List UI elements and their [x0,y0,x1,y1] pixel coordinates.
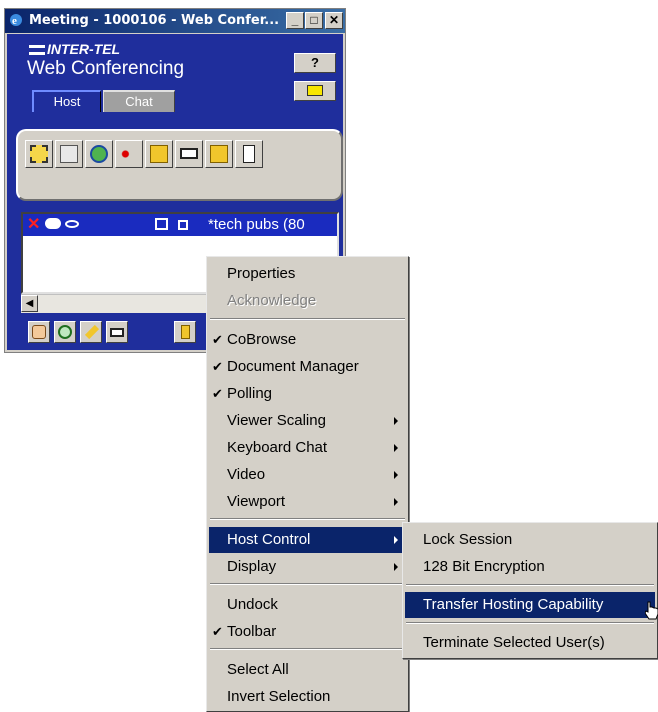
close-button[interactable]: ✕ [325,12,343,29]
submenu-arrow-icon [394,444,398,452]
whiteboard-button[interactable] [25,140,53,168]
mail-button[interactable] [294,81,336,101]
menu-item-document-manager[interactable]: ✔ Document Manager [209,354,406,380]
submenu-arrow-icon [394,471,398,479]
menu-item-lock-session[interactable]: Lock Session [405,527,655,553]
poll-icon [243,145,255,163]
camera-button[interactable] [175,140,203,168]
table-row[interactable]: ✕ *tech pubs (80 [23,214,337,236]
checkmark-icon: ✔ [212,386,223,401]
video-icon [110,328,124,337]
eye-icon [65,220,79,228]
copy-icon [178,220,188,230]
door-icon [181,325,190,339]
submenu-arrow-icon [394,536,398,544]
menu-item-cobrowse[interactable]: ✔ CoBrowse [209,327,406,353]
checkmark-icon: ✔ [212,624,223,639]
menu-item-acknowledge: Acknowledge [227,292,317,309]
minimize-button[interactable]: _ [286,12,304,29]
app-subtitle: Web Conferencing [27,58,185,79]
tv-icon [155,218,168,230]
view-button[interactable] [54,321,76,343]
scroll-left-button[interactable]: ◀ [21,295,38,312]
camera-icon [180,148,198,159]
window-title: Meeting - 1000106 - Web Confer... [29,13,280,28]
menu-item-viewport[interactable]: Viewport [209,489,406,515]
maximize-button[interactable]: □ [305,12,323,29]
menu-separator [406,584,654,586]
host-toolbar [16,129,343,201]
menu-separator [210,583,405,585]
eye-icon [58,325,72,339]
menu-separator [210,518,405,520]
submenu-arrow-icon [394,563,398,571]
pencil-icon [84,324,100,340]
video-button[interactable] [106,321,128,343]
brand-logo: INTER-TEL [29,41,120,57]
menu-separator [406,622,654,624]
menu-item-invert-selection[interactable]: Invert Selection [209,684,406,710]
menu-item-keyboard-chat[interactable]: Keyboard Chat [209,435,406,461]
folder-icon [210,145,228,163]
menu-item-video[interactable]: Video [209,462,406,488]
checkmark-icon: ✔ [212,332,223,347]
menu-item-undock[interactable]: Undock [209,592,406,618]
open-folder-button[interactable] [145,140,173,168]
exit-button[interactable] [174,321,196,343]
svg-text:e: e [12,15,17,27]
chat-bubble-icon [45,218,61,229]
menu-separator [210,318,405,320]
menu-item-viewer-scaling[interactable]: Viewer Scaling [209,408,406,434]
context-menu: Properties Acknowledge ✔ CoBrowse ✔ Docume… [206,256,409,712]
menu-item-display[interactable]: Display [209,554,406,580]
open-folder-icon [150,145,168,163]
menu-item-properties[interactable]: Properties [209,261,406,287]
folder-button[interactable] [205,140,233,168]
menu-separator [210,648,405,650]
host-control-submenu: Lock Session 128 Bit Encryption Transfer… [402,522,658,659]
document-tree-button[interactable] [55,140,83,168]
internet-explorer-icon: e [10,14,22,27]
horizontal-scrollbar[interactable]: ◀ [21,294,211,313]
cobrowse-icon [90,145,108,163]
submenu-arrow-icon [394,417,398,425]
hand-icon [32,325,46,339]
poll-button[interactable] [235,140,263,168]
submenu-arrow-icon [394,498,398,506]
whiteboard-icon [30,145,48,163]
menu-item-select-all[interactable]: Select All [209,657,406,683]
tab-host[interactable]: Host [32,90,101,112]
tab-chat[interactable]: Chat [103,90,175,112]
raise-hand-button[interactable] [28,321,50,343]
record-play-icon [120,145,138,163]
participant-name: *tech pubs (80 [208,216,305,233]
help-button[interactable]: ? [294,53,336,73]
cobrowse-button[interactable] [85,140,113,168]
envelope-icon [307,85,323,96]
remove-user-icon[interactable]: ✕ [27,216,40,234]
document-tree-icon [60,145,78,163]
menu-item-transfer-hosting[interactable]: Transfer Hosting Capability [405,592,655,618]
annotate-button[interactable] [80,321,102,343]
title-bar[interactable]: e Meeting - 1000106 - Web Confer... _ □ … [5,9,345,33]
menu-item-polling[interactable]: ✔ Polling [209,381,406,407]
menu-item-toolbar[interactable]: ✔ Toolbar [209,619,406,645]
checkmark-icon: ✔ [212,359,223,374]
hand-cursor-icon [645,601,658,620]
menu-item-terminate-selected-users[interactable]: Terminate Selected User(s) [405,630,655,656]
record-play-button[interactable] [115,140,143,168]
menu-item-128-bit-encryption[interactable]: 128 Bit Encryption [405,554,655,580]
menu-item-host-control[interactable]: Host Control [209,527,406,553]
